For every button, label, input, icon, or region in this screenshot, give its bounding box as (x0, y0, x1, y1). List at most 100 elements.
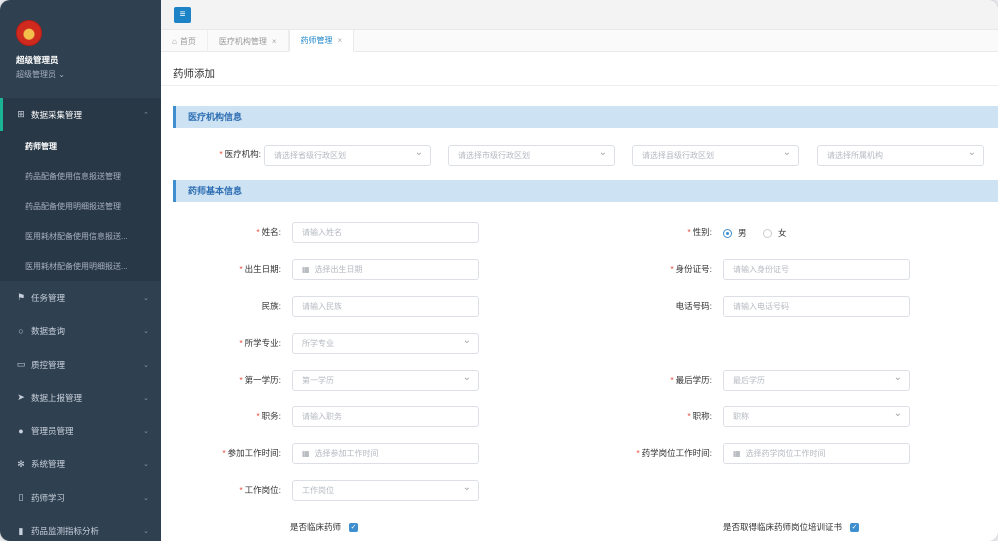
user-role-dropdown[interactable]: 超级管理员 ⌄ (16, 69, 161, 80)
post-select[interactable]: 工作岗位 (292, 480, 479, 501)
menu-indicator-analysis[interactable]: ▮ 药品监测指标分析 ⌄ (0, 514, 161, 541)
divider (161, 85, 998, 86)
page-title: 药师添加 (173, 68, 215, 80)
chevron-down-icon: ⌄ (143, 528, 149, 536)
menu-study[interactable]: ▯ 药师学习 ⌄ (0, 481, 161, 514)
tab-label: 首页 (179, 36, 196, 46)
cert-checkbox[interactable]: ✓ (850, 522, 860, 532)
id-number-input[interactable]: 请输入身份证号 (723, 259, 910, 280)
title-select[interactable]: 职称 (723, 406, 910, 427)
tab-label: 医疗机构管理 (218, 36, 267, 46)
submenu-item-consumable-detail[interactable]: 医用耗材配备使用明细报送... (0, 251, 161, 281)
work-start-date-picker[interactable]: ▦ 选择参加工作时间 (292, 443, 479, 464)
post-label: * 工作岗位: (239, 485, 281, 495)
user-name: 超级管理员 (16, 55, 59, 65)
pharm-start-label: * 药学岗位工作时间: (636, 448, 712, 458)
sidebar-menu: ⊞ 数据采集管理 ⌃ 药师管理 药品配备使用信息报送管理 药品配备使用明细报送管… (0, 98, 161, 541)
org-label: * 医疗机构: (219, 149, 261, 159)
page-tabs: ⌂ 首页 医疗机构管理 × 药师管理 × (161, 30, 998, 52)
county-select[interactable]: 请选择县级行政区划 (632, 145, 799, 166)
close-icon[interactable]: × (272, 37, 277, 46)
menu-data-collection[interactable]: ⊞ 数据采集管理 ⌃ (0, 98, 161, 132)
province-select[interactable]: 请选择省级行政区划 (264, 145, 431, 166)
menu-toggle-button[interactable]: ≡ (174, 7, 191, 23)
section-header-basic: 药师基本信息 (173, 180, 998, 202)
menu-label: 质控管理 (31, 359, 66, 370)
top-bar: ≡ (161, 0, 998, 30)
duty-input[interactable]: 请输入职务 (292, 406, 479, 427)
submenu-item-pharmacist[interactable]: 药师管理 (0, 131, 161, 161)
app-window: 超级管理员 超级管理员 ⌄ ⊞ 数据采集管理 ⌃ 药师管理 药品配备使用信息报送… (0, 0, 998, 541)
menu-system[interactable]: ✻ 系统管理 ⌄ (0, 448, 161, 481)
birth-label: * 出生日期: (239, 264, 281, 274)
training-cert-option: 是否取得临床药师岗位培训证书 ✓ (723, 521, 860, 533)
chevron-down-icon: ⌄ (143, 428, 149, 436)
submenu-item-drug-detail[interactable]: 药品配备使用明细报送管理 (0, 191, 161, 221)
menu-label: 药师学习 (31, 492, 66, 503)
duty-label: * 职务: (256, 411, 281, 421)
menu-label: 数据采集管理 (31, 109, 83, 120)
name-label: * 姓名: (256, 227, 281, 237)
menu-quality-control[interactable]: ▭ 质控管理 ⌄ (0, 348, 161, 381)
phone-label: 电话号码: (675, 301, 712, 311)
work-start-label: * 参加工作时间: (222, 448, 281, 458)
clinical-label: 是否临床药师 (290, 522, 342, 532)
menu-label: 数据上报管理 (31, 392, 83, 403)
sidebar: 超级管理员 超级管理员 ⌄ ⊞ 数据采集管理 ⌃ 药师管理 药品配备使用信息报送… (0, 0, 161, 541)
submenu-item-drug-info[interactable]: 药品配备使用信息报送管理 (0, 161, 161, 191)
last-edu-select[interactable]: 最后学历 (723, 370, 910, 391)
gender-female-radio[interactable]: 女 (763, 227, 787, 239)
flag-icon: ⚑ (16, 292, 26, 303)
chevron-down-icon: ⌄ (143, 328, 149, 336)
calendar-icon: ▦ (302, 265, 310, 274)
chevron-down-icon: ⌄ (143, 361, 149, 369)
gender-male-radio[interactable]: 男 (723, 227, 747, 239)
menu-task[interactable]: ⚑ 任务管理 ⌄ (0, 281, 161, 314)
book-icon: ▯ (18, 492, 24, 503)
chevron-down-icon: ⌄ (143, 394, 149, 402)
title-label: * 职称: (687, 411, 712, 421)
submenu-item-consumable-info[interactable]: 医用耗材配备使用信息报送... (0, 221, 161, 251)
institution-select[interactable]: 请选择所属机构 (817, 145, 984, 166)
major-select[interactable]: 所学专业 (292, 333, 479, 354)
section-header-org: 医疗机构信息 (173, 106, 998, 128)
first-edu-label: * 第一学历: (239, 375, 281, 385)
clinical-checkbox[interactable]: ✓ (349, 522, 359, 532)
first-edu-select[interactable]: 第一学历 (292, 370, 479, 391)
name-input[interactable]: 请输入姓名 (292, 222, 479, 243)
gear-icon: ✻ (17, 458, 25, 469)
cert-label: 是否取得临床药师岗位培训证书 (723, 522, 843, 532)
hamburger-icon: ≡ (179, 9, 186, 20)
tab-org-management[interactable]: 医疗机构管理 × (208, 30, 289, 52)
plus-square-icon: ⊞ (17, 109, 25, 120)
calendar-icon: ▦ (733, 449, 741, 458)
menu-label: 管理员管理 (31, 426, 74, 437)
phone-input[interactable]: 请输入电话号码 (723, 296, 910, 317)
menu-data-query[interactable]: ○ 数据查询 ⌄ (0, 315, 161, 348)
chevron-down-icon: ⌄ (143, 294, 149, 302)
chevron-up-icon: ⌃ (143, 111, 149, 119)
menu-data-report[interactable]: ➤ 数据上报管理 ⌄ (0, 381, 161, 414)
city-select[interactable]: 请选择市级行政区划 (448, 145, 615, 166)
tab-home[interactable]: ⌂ 首页 (161, 30, 208, 52)
close-icon[interactable]: × (338, 36, 343, 45)
send-icon: ➤ (17, 392, 25, 403)
submenu: 药师管理 药品配备使用信息报送管理 药品配备使用明细报送管理 医用耗材配备使用信… (0, 131, 161, 282)
ethnic-input[interactable]: 请输入民族 (292, 296, 479, 317)
clinical-pharmacist-option: 是否临床药师 ✓ (290, 521, 359, 533)
calendar-icon: ▦ (302, 449, 310, 458)
search-icon: ○ (18, 326, 24, 337)
emblem-logo (16, 20, 42, 46)
birth-date-picker[interactable]: ▦ 选择出生日期 (292, 259, 479, 280)
menu-label: 药品监测指标分析 (31, 526, 100, 537)
menu-label: 系统管理 (31, 459, 66, 470)
menu-admin[interactable]: ● 管理员管理 ⌄ (0, 414, 161, 447)
tab-label: 药师管理 (300, 36, 333, 45)
tab-pharmacist-management[interactable]: 药师管理 × (288, 30, 355, 52)
major-label: * 所学专业: (239, 338, 281, 348)
menu-label: 任务管理 (31, 292, 66, 303)
gender-label: * 性别: (687, 227, 712, 237)
pharm-start-date-picker[interactable]: ▦ 选择药学岗位工作时间 (723, 443, 910, 464)
ethnic-label: 民族: (261, 301, 281, 311)
home-icon: ⌂ (172, 36, 177, 46)
